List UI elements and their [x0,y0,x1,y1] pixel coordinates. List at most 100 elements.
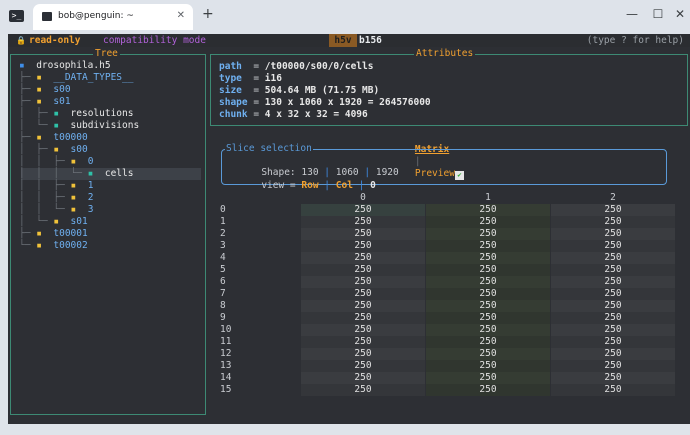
tree-branch-lines: ├─ [19,96,31,107]
tree-item-label: t00000 [53,132,88,143]
tree-branch-lines: ├─ [19,72,31,83]
tab-b156[interactable]: b156 [359,34,382,47]
matrix-cell[interactable]: 250 [301,360,425,372]
matrix-cell[interactable]: 250 [551,276,675,288]
row-axis-button[interactable]: Row [301,180,318,191]
browser-tab[interactable]: bob@penguin: ~ ✕ [33,4,193,30]
matrix-cell[interactable]: 250 [426,336,550,348]
new-tab-button[interactable]: + [202,6,214,22]
tree-item[interactable]: └─ ▪ t00002 [19,240,88,252]
help-hint: (type ? for help) [586,35,684,46]
matrix-cell[interactable]: 250 [301,312,425,324]
matrix-cell[interactable]: 250 [551,312,675,324]
tree-item-label: drosophila.h5 [36,60,111,71]
tree-item[interactable]: ├─ ▪ __DATA_TYPES__ [19,72,133,84]
slice-index-input[interactable]: 0 [370,180,376,191]
col-axis-button[interactable]: Col [336,180,353,191]
slice-selection-box: Slice selection Shape: 130 | 1060 | 1920… [221,143,667,191]
matrix-cell[interactable]: 250 [301,264,425,276]
matrix-cell[interactable]: 250 [426,360,550,372]
matrix-cell[interactable]: 250 [301,372,425,384]
matrix-cell[interactable]: 250 [301,216,425,228]
matrix-cell[interactable]: 250 [551,252,675,264]
tree-item[interactable]: ├─ ▪ t00000 [19,132,88,144]
attribute-value: /t00000/s00/0/cells [264,61,374,72]
tree-item[interactable]: ├─ ▪ t00001 [19,228,88,240]
matrix-cell[interactable]: 250 [426,300,550,312]
matrix-cell[interactable]: 250 [426,348,550,360]
matrix-cell[interactable]: 250 [301,204,425,216]
matrix-cell[interactable]: 250 [301,228,425,240]
shape-dim-2: 1920 [375,167,399,178]
matrix-cell[interactable]: 250 [301,276,425,288]
tab-close-icon[interactable]: ✕ [177,10,185,21]
matrix-cell[interactable]: 250 [426,276,550,288]
tree-item[interactable]: │ └─ ▪ s01 [19,216,88,228]
matrix-cell[interactable]: 250 [426,252,550,264]
tab-title: bob@penguin: ~ [58,11,134,21]
tree-branch-lines: │ └─ [19,120,48,131]
tree-item[interactable]: │ ├─ ▪ s00 [19,144,88,156]
tree-item-label: t00002 [53,240,88,251]
tree-item[interactable]: ├─ ▪ s00 [19,84,71,96]
matrix-cell[interactable]: 250 [551,324,675,336]
matrix-cell[interactable]: 250 [426,264,550,276]
close-window-button[interactable]: ✕ [673,7,687,21]
tree-item[interactable]: │ │ ├─ ▪ 0 [19,156,93,168]
tree-item[interactable]: │ │ └─ ▪ 3 [19,204,93,216]
tree-item[interactable]: │ │ ├─ ▪ 1 [19,180,93,192]
attribute-value: i16 [264,73,282,84]
lock-icon: 🔒 [16,36,26,45]
tree-branch-lines: │ ├─ [19,144,48,155]
attribute-value: 4 x 32 x 32 = 4096 [264,109,368,120]
matrix-cell[interactable]: 250 [551,264,675,276]
matrix-cell[interactable]: 250 [551,384,675,396]
matrix-cell[interactable]: 250 [301,336,425,348]
matrix-cell[interactable]: 250 [426,216,550,228]
matrix-cell[interactable]: 250 [301,324,425,336]
matrix-cell[interactable]: 250 [551,204,675,216]
matrix-cell[interactable]: 250 [426,372,550,384]
tree-item[interactable]: │ └─ ▪ subdivisions [19,120,139,132]
matrix-cell[interactable]: 250 [551,372,675,384]
matrix-cell[interactable]: 250 [426,204,550,216]
matrix-cell[interactable]: 250 [551,336,675,348]
tree-item-label: s00 [53,84,71,95]
matrix-cell[interactable]: 250 [426,324,550,336]
terminal-app-icon[interactable]: >_ [9,10,24,22]
matrix-cell[interactable]: 250 [301,384,425,396]
matrix-cell[interactable]: 250 [301,348,425,360]
matrix-cell[interactable]: 250 [426,228,550,240]
tree-item[interactable]: │ │ ├─ ▪ 2 [19,192,93,204]
matrix-cell[interactable]: 250 [551,360,675,372]
tree-item[interactable]: │ ├─ ▪ resolutions [19,108,133,120]
matrix-cell[interactable]: 250 [551,216,675,228]
tree-title: Tree [93,48,120,60]
tab-h5v[interactable]: h5v [329,34,357,47]
matrix-cell[interactable]: 250 [551,228,675,240]
maximize-button[interactable]: ☐ [651,7,665,21]
matrix-cell[interactable]: 250 [551,300,675,312]
tree-item[interactable]: ├─ ▪ s01 [19,96,71,108]
tree-item[interactable]: │ │ │ └─ ▪ cells [19,168,133,180]
tree-item-label: 3 [87,204,94,215]
matrix-row-index: 15 [220,384,232,395]
matrix-cell[interactable]: 250 [301,252,425,264]
matrix-cell[interactable]: 250 [551,240,675,252]
matrix-cell[interactable]: 250 [551,348,675,360]
terminal-window[interactable]: 🔒 read-only compatibility mode h5v b156 … [8,34,690,424]
matrix-cell[interactable]: 250 [301,240,425,252]
attribute-key: shape [219,97,248,108]
matrix-cell[interactable]: 250 [426,288,550,300]
matrix-cell[interactable]: 250 [426,384,550,396]
attribute-key: path [219,61,248,72]
matrix-cell[interactable]: 250 [301,300,425,312]
matrix-cell[interactable]: 250 [426,240,550,252]
matrix-cell[interactable]: 250 [426,312,550,324]
matrix-row-index: 3 [220,240,226,251]
minimize-button[interactable]: — [625,7,639,21]
matrix-cell[interactable]: 250 [301,288,425,300]
matrix-cell[interactable]: 250 [551,288,675,300]
tree-item[interactable]: ▪ drosophila.h5 [19,60,111,72]
matrix-column-header: 2 [610,192,616,203]
